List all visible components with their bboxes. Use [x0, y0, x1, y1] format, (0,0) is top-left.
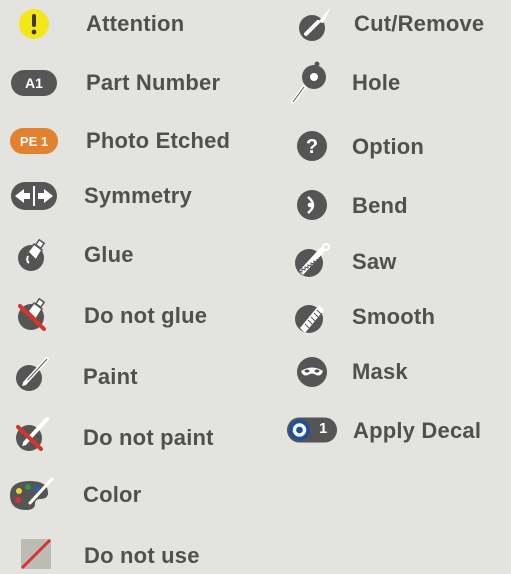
- legend-label-do-not-paint: Do not paint: [83, 425, 214, 450]
- file-icon: [286, 297, 338, 337]
- knife-icon: [288, 4, 340, 44]
- glue-bottle-icon: [6, 236, 58, 276]
- legend-label-paint: Paint: [83, 364, 138, 389]
- legend-label-option: Option: [352, 134, 425, 159]
- no-paint-icon: [6, 415, 58, 455]
- legend-label-apply-decal: Apply Decal: [353, 418, 482, 443]
- legend-label-hole: Hole: [352, 70, 401, 95]
- part-number-badge-icon: A1: [8, 63, 60, 103]
- legend-label-color: Color: [83, 482, 142, 507]
- legend-label-saw: Saw: [352, 249, 397, 274]
- question-icon: ?: [286, 126, 338, 166]
- no-glue-icon: [6, 295, 58, 335]
- drill-icon: [286, 61, 338, 104]
- saw-icon: [286, 241, 338, 281]
- palette-icon: [4, 473, 56, 513]
- symmetry-arrows-icon: [8, 176, 60, 216]
- exclamation-icon: [8, 4, 60, 44]
- photo-etched-badge: PE 1: [10, 128, 58, 154]
- legend-label-do-not-glue: Do not glue: [84, 303, 208, 328]
- legend-label-cut-remove: Cut/Remove: [354, 11, 485, 36]
- paintbrush-icon: [6, 355, 58, 395]
- mask-icon: [286, 352, 338, 392]
- legend-label-part-number: Part Number: [86, 70, 221, 95]
- legend-label-photo-etched: Photo Etched: [86, 128, 231, 153]
- instruction-symbol-legend: Attention A1 Part Number PE 1 Photo Etch…: [0, 0, 511, 572]
- do-not-use-icon: [10, 534, 62, 574]
- legend-label-smooth: Smooth: [352, 304, 436, 329]
- bend-icon: [286, 185, 338, 225]
- legend-label-mask: Mask: [352, 359, 408, 384]
- photo-etched-badge-icon: PE 1: [8, 121, 60, 161]
- legend-label-do-not-use: Do not use: [84, 543, 200, 568]
- legend-label-bend: Bend: [352, 193, 408, 218]
- legend-label-glue: Glue: [84, 242, 134, 267]
- legend-label-symmetry: Symmetry: [84, 183, 192, 208]
- part-number-badge: A1: [11, 70, 57, 96]
- decal-badge-icon: 1: [286, 410, 338, 450]
- legend-label-attention: Attention: [86, 11, 185, 36]
- decal-badge-number: 1: [319, 420, 328, 437]
- svg-text:?: ?: [306, 136, 318, 158]
